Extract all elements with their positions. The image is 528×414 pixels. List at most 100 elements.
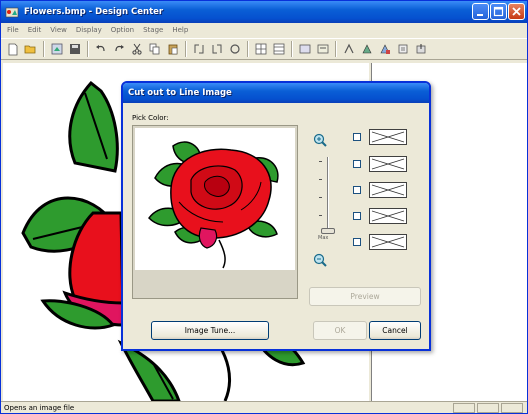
- undo-button[interactable]: [92, 41, 109, 58]
- rotate-icon: [194, 44, 203, 54]
- toolbar-separator: [247, 41, 249, 57]
- grid-button[interactable]: [252, 41, 269, 58]
- toolbar-separator: [87, 41, 89, 57]
- color-swatch[interactable]: [369, 129, 407, 145]
- color-checkbox[interactable]: [353, 160, 361, 168]
- cancel-button[interactable]: Cancel: [369, 321, 421, 340]
- close-button[interactable]: [508, 3, 525, 20]
- color-checkbox[interactable]: [353, 212, 361, 220]
- zoom-slider-thumb[interactable]: [321, 228, 335, 234]
- settings-icon: [398, 44, 407, 54]
- stitch-button[interactable]: [340, 41, 357, 58]
- copy-icon: [149, 43, 159, 55]
- rose-image: [148, 141, 279, 269]
- color-row: [353, 234, 407, 250]
- dialog-title[interactable]: Cut out to Line Image: [123, 83, 429, 103]
- menu-option[interactable]: Option: [111, 26, 134, 34]
- slider-tick: [319, 179, 322, 180]
- color-checkbox[interactable]: [353, 186, 361, 194]
- grid-alt-button[interactable]: [270, 41, 287, 58]
- menu-file[interactable]: File: [7, 26, 19, 34]
- image-tune-button[interactable]: Image Tune...: [151, 321, 269, 340]
- zoom-slider-track[interactable]: [327, 157, 329, 229]
- close-icon: [512, 7, 521, 16]
- toolbar-separator: [185, 41, 187, 57]
- color-row: [353, 129, 407, 145]
- slider-tick: [319, 161, 322, 162]
- toolbar: [1, 38, 527, 60]
- empty-swatch-icon: [371, 184, 405, 196]
- open-button[interactable]: [22, 41, 39, 58]
- empty-swatch-icon: [371, 210, 405, 222]
- redo-button[interactable]: [110, 41, 127, 58]
- preview-button[interactable]: Preview: [309, 287, 421, 306]
- color-row: [353, 182, 407, 198]
- ok-button[interactable]: OK: [313, 321, 367, 340]
- slider-tick: [319, 215, 322, 216]
- color-swatch[interactable]: [369, 234, 407, 250]
- open-folder-icon: [24, 45, 36, 54]
- refresh-button[interactable]: [226, 41, 243, 58]
- pick-color-image[interactable]: [135, 128, 295, 270]
- paste-icon: [168, 44, 177, 55]
- color-row: [353, 208, 407, 224]
- toolbar-separator: [291, 41, 293, 57]
- minimize-icon: [477, 14, 483, 16]
- status-bar: Opens an image file: [1, 401, 527, 414]
- zoom-out-icon[interactable]: [313, 253, 327, 267]
- color-swatch[interactable]: [369, 182, 407, 198]
- empty-swatch-icon: [371, 131, 405, 143]
- menu-stage[interactable]: Stage: [143, 26, 163, 34]
- import-icon: [51, 43, 62, 55]
- paste-button[interactable]: [164, 41, 181, 58]
- color-swatch[interactable]: [369, 156, 407, 172]
- rotate-back-button[interactable]: [208, 41, 225, 58]
- copy-button[interactable]: [146, 41, 163, 58]
- title-bar[interactable]: Flowers.bmp - Design Center: [1, 1, 527, 23]
- refresh-icon: [229, 44, 240, 54]
- zoom-preview-button[interactable]: [358, 41, 375, 58]
- menu-edit[interactable]: Edit: [28, 26, 42, 34]
- menu-view[interactable]: View: [50, 26, 67, 34]
- slider-tick: [319, 197, 322, 198]
- export-button[interactable]: [412, 41, 429, 58]
- grid-icon: [255, 43, 266, 55]
- cut-button[interactable]: [128, 41, 145, 58]
- zoom-preview-icon: [362, 44, 371, 54]
- empty-swatch-icon: [371, 158, 405, 170]
- pick-color-label: Pick Color:: [132, 114, 169, 122]
- redo-icon: [114, 45, 124, 52]
- export-icon: [416, 44, 425, 54]
- view-button[interactable]: [296, 41, 313, 58]
- maximize-icon: [493, 6, 504, 17]
- view-alt-button[interactable]: [314, 41, 331, 58]
- rotate-back-icon: [212, 44, 221, 54]
- color-checkbox[interactable]: [353, 238, 361, 246]
- rotate-button[interactable]: [190, 41, 207, 58]
- status-text: Opens an image file: [4, 404, 75, 412]
- new-file-button[interactable]: [4, 41, 21, 58]
- new-file-icon: [8, 43, 17, 55]
- minimize-button[interactable]: [472, 3, 489, 20]
- stitch-icon: [343, 43, 354, 54]
- status-cell: [453, 403, 475, 413]
- view-alt-icon: [317, 44, 328, 54]
- cut-out-dialog: Cut out to Line Image Pick Color: Max Pr…: [121, 81, 431, 351]
- app-icon: [5, 6, 19, 18]
- toolbar-separator: [43, 41, 45, 57]
- menu-help[interactable]: Help: [172, 26, 188, 34]
- grid-alt-icon: [273, 43, 284, 55]
- color-checkbox[interactable]: [353, 133, 361, 141]
- color-swatch[interactable]: [369, 208, 407, 224]
- zoom-in-icon[interactable]: [313, 133, 327, 147]
- menu-bar: File Edit View Display Option Stage Help: [1, 23, 527, 37]
- maximize-button[interactable]: [490, 3, 507, 20]
- properties-button[interactable]: [376, 41, 393, 58]
- save-button[interactable]: [66, 41, 83, 58]
- save-icon: [69, 44, 80, 54]
- window-title: Flowers.bmp - Design Center: [24, 7, 164, 17]
- import-button[interactable]: [48, 41, 65, 58]
- menu-display[interactable]: Display: [76, 26, 102, 34]
- empty-swatch-icon: [371, 236, 405, 248]
- settings-button[interactable]: [394, 41, 411, 58]
